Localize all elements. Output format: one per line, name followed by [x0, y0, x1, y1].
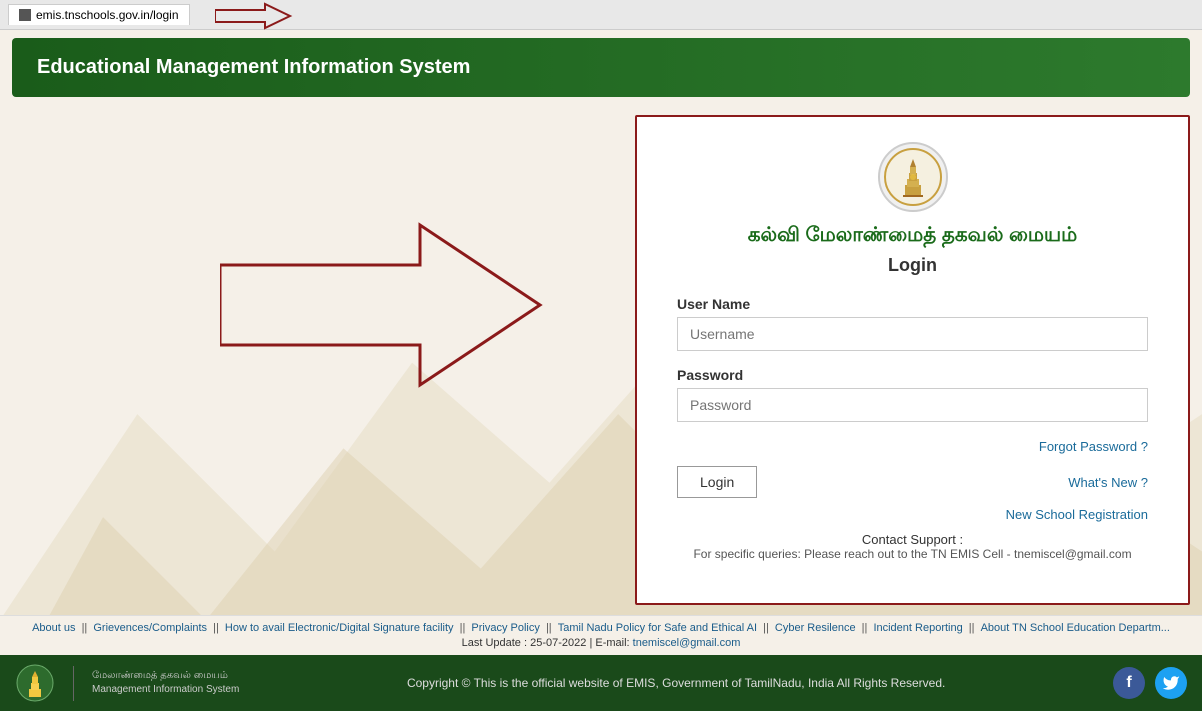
username-group: User Name: [677, 296, 1148, 351]
footer-email-link[interactable]: tnemiscel@gmail.com: [633, 637, 741, 649]
twitter-bird-svg: [1162, 674, 1180, 692]
new-school-link[interactable]: New School Registration: [1006, 507, 1148, 522]
main-content: கல்வி மேலாண்மைத் தகவல் மையம் Login User …: [0, 105, 1202, 615]
password-label: Password: [677, 367, 1148, 383]
new-school-row: New School Registration: [677, 506, 1148, 522]
footer-social: f: [1113, 667, 1187, 699]
browser-tab: emis.tnschools.gov.in/login: [8, 4, 190, 25]
sep2: ||: [213, 622, 222, 634]
login-btn-row: Login What's New ?: [677, 466, 1148, 498]
footer-link-about-tn[interactable]: About TN School Education Departm...: [981, 622, 1170, 634]
password-input[interactable]: [677, 388, 1148, 422]
sep5: ||: [763, 622, 772, 634]
main-arrow-annotation: [220, 205, 550, 405]
sep1: ||: [82, 622, 91, 634]
logo-area: [677, 142, 1148, 212]
footer-link-grievances[interactable]: Grievences/Complaints: [93, 622, 207, 634]
footer-logo-text: மேலாண்மைத் தகவல் மையம் Management Inform…: [92, 669, 239, 697]
footer-logo-divider: [73, 666, 74, 701]
contact-support-label: Contact Support :: [677, 532, 1148, 547]
contact-support-detail: For specific queries: Please reach out t…: [677, 547, 1148, 561]
footer-copyright: Copyright © This is the official website…: [239, 676, 1113, 690]
footer-link-privacy[interactable]: Privacy Policy: [471, 622, 539, 634]
footer-logo-area: மேலாண்மைத் தகவல் மையம் Management Inform…: [15, 663, 239, 703]
tamil-title: கல்வி மேலாண்மைத் தகவல் மையம்: [677, 224, 1148, 249]
page-header: Educational Management Information Syste…: [12, 38, 1190, 97]
tab-favicon: [19, 9, 31, 21]
url-arrow-annotation: [215, 2, 295, 30]
footer-link-digital[interactable]: How to avail Electronic/Digital Signatur…: [225, 622, 454, 634]
footer-link-about[interactable]: About us: [32, 622, 75, 634]
forgot-password-row: Forgot Password ?: [677, 438, 1148, 454]
footer-logo-line2: Management Information System: [92, 683, 239, 697]
footer-logo-line1: மேலாண்மைத் தகவல் மையம்: [92, 669, 239, 683]
footer-links: About us || Grievences/Complaints || How…: [0, 615, 1202, 655]
whats-new: What's New ?: [777, 474, 1148, 490]
password-group: Password: [677, 367, 1148, 422]
footer-link-cyber[interactable]: Cyber Resilence: [775, 622, 856, 634]
tn-emblem-svg: [883, 147, 943, 207]
login-heading: Login: [677, 255, 1148, 276]
footer-link-incident[interactable]: Incident Reporting: [873, 622, 962, 634]
twitter-icon[interactable]: [1155, 667, 1187, 699]
facebook-icon[interactable]: f: [1113, 667, 1145, 699]
footer-emblem: [15, 663, 55, 703]
whats-new-link[interactable]: What's New ?: [1068, 475, 1148, 490]
browser-bar: emis.tnschools.gov.in/login: [0, 0, 1202, 30]
contact-support: Contact Support : For specific queries: …: [677, 532, 1148, 561]
login-card: கல்வி மேலாண்மைத் தகவல் மையம் Login User …: [635, 115, 1190, 605]
forgot-password-link[interactable]: Forgot Password ?: [1039, 439, 1148, 454]
sep6: ||: [862, 622, 871, 634]
sep4: ||: [546, 622, 555, 634]
header-title: Educational Management Information Syste…: [37, 56, 470, 78]
footer-email-label: E-mail:: [595, 637, 632, 649]
browser-url: emis.tnschools.gov.in/login: [36, 8, 179, 22]
username-input[interactable]: [677, 317, 1148, 351]
username-label: User Name: [677, 296, 1148, 312]
sep7: ||: [969, 622, 978, 634]
bottom-footer: மேலாண்மைத் தகவல் மையம் Management Inform…: [0, 655, 1202, 711]
last-update-text: Last Update : 25-07-2022: [462, 637, 587, 649]
login-button[interactable]: Login: [677, 466, 757, 498]
footer-update: Last Update : 25-07-2022 | E-mail: tnemi…: [12, 637, 1190, 649]
footer-link-tnpolicy[interactable]: Tamil Nadu Policy for Safe and Ethical A…: [558, 622, 757, 634]
tn-logo: [878, 142, 948, 212]
sep3: ||: [460, 622, 469, 634]
